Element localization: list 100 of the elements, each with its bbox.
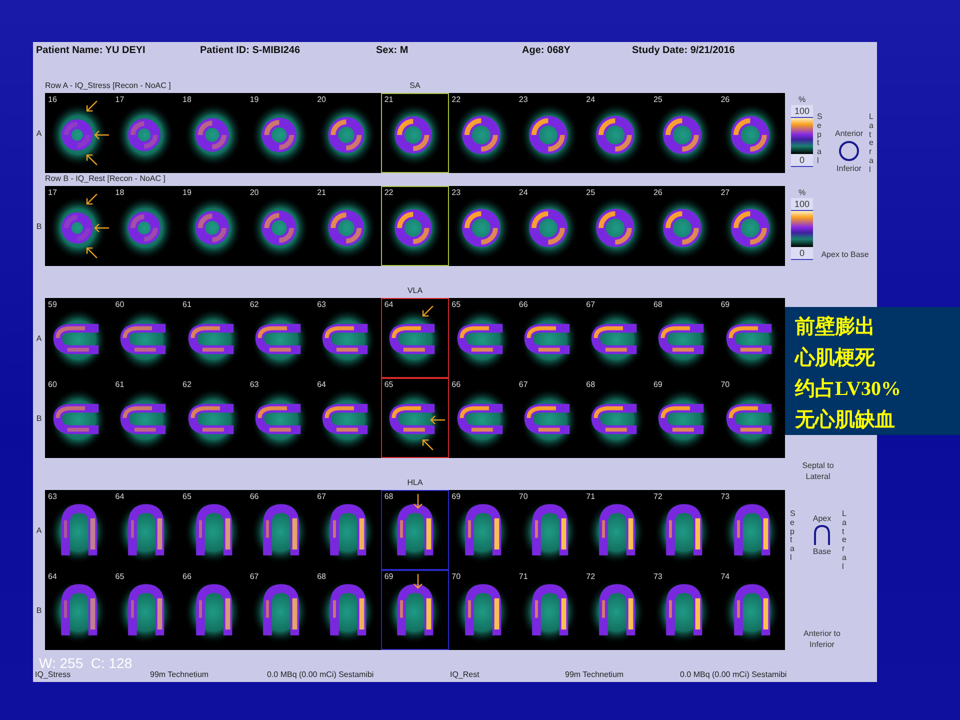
slice-frame[interactable]: 23 [516, 93, 584, 173]
slice-frame[interactable]: 20 [246, 186, 314, 266]
slice-frame[interactable]: 24 [516, 186, 584, 266]
slice-number: 68 [653, 300, 662, 309]
slice-frame[interactable]: 60 [45, 378, 112, 458]
slice-frame[interactable]: 64 [112, 490, 180, 570]
patient-info-field: Patient ID: S-MIBI246 [200, 45, 376, 59]
slice-number: 59 [48, 300, 57, 309]
slice-frame[interactable]: 66 [516, 298, 584, 378]
footer-text: 0.0 MBq (0.00 mCi) Sestamibi [680, 670, 787, 679]
orientation-label: Apex [812, 514, 832, 523]
slice-frame[interactable]: 18 [180, 93, 247, 173]
slice-frame[interactable]: 63 [45, 490, 112, 570]
slice-frame[interactable]: 21 [314, 186, 382, 266]
slice-frame[interactable]: 68 [583, 378, 650, 458]
slice-number: 72 [586, 572, 596, 581]
slice-frame[interactable]: 67 [246, 570, 314, 650]
slice-frame[interactable]: 60 [112, 298, 180, 378]
slice-number: 26 [720, 95, 730, 104]
slice-number: 71 [518, 572, 528, 581]
footer-text: 99m Technetium [565, 670, 625, 679]
slice-frame[interactable]: 63 [314, 298, 382, 378]
slice-frame[interactable]: 73 [650, 570, 718, 650]
slice-frame[interactable]: 16 [45, 93, 112, 173]
slice-frame[interactable]: 24 [583, 93, 650, 173]
slice-frame[interactable]: 69 [718, 298, 785, 378]
slice-frame[interactable]: 61 [180, 298, 247, 378]
slice-number: 61 [115, 380, 124, 389]
slice-frame[interactable]: 74 [718, 570, 785, 650]
slice-frame[interactable]: 19 [246, 93, 314, 173]
row-caption: Row B - IQ_Rest [Recon - NoAC ] [45, 173, 166, 184]
slice-frame[interactable]: 62 [180, 378, 247, 458]
view-title: HLA [407, 478, 423, 487]
slice-frame[interactable]: 61 [112, 378, 180, 458]
slice-number: 20 [317, 95, 326, 104]
slice-frame[interactable]: 63 [246, 378, 314, 458]
slice-frame[interactable]: 68 [314, 570, 382, 650]
slice-number: 70 [452, 572, 461, 581]
slice-frame[interactable]: 69 [381, 570, 449, 650]
slice-frame[interactable]: 64 [45, 570, 112, 650]
slice-frame[interactable]: 23 [448, 186, 516, 266]
slice-frame[interactable]: 22 [381, 186, 449, 266]
slice-number: 23 [518, 95, 528, 104]
slice-frame[interactable]: 20 [314, 93, 382, 173]
slice-number: 21 [317, 188, 326, 197]
slice-frame[interactable]: 72 [650, 490, 718, 570]
slice-frame[interactable]: 68 [650, 298, 718, 378]
slice-frame[interactable]: 66 [448, 378, 516, 458]
slice-frame[interactable]: 26 [718, 93, 785, 173]
slice-number: 65 [384, 380, 394, 389]
slice-frame[interactable]: 73 [718, 490, 785, 570]
slice-frame[interactable]: 26 [650, 186, 718, 266]
slice-frame[interactable]: 21 [381, 93, 449, 173]
slice-frame[interactable]: 25 [650, 93, 718, 173]
slice-frame[interactable]: 27 [718, 186, 785, 266]
slice-frame[interactable]: 72 [583, 570, 650, 650]
slice-frame[interactable]: 25 [583, 186, 650, 266]
slice-frame[interactable]: 66 [180, 570, 247, 650]
slice-frame[interactable]: 18 [112, 186, 180, 266]
slice-number: 25 [586, 188, 596, 197]
view-title: VLA [407, 286, 423, 295]
slice-number: 73 [653, 572, 662, 581]
footer-text: 99m Technetium [150, 670, 210, 679]
orientation-label: Septal [817, 113, 828, 166]
slice-number: 19 [182, 188, 192, 197]
slice-number: 74 [720, 572, 730, 581]
slice-frame[interactable]: 64 [314, 378, 382, 458]
slice-frame[interactable]: 67 [583, 298, 650, 378]
slice-number: 66 [518, 300, 528, 309]
slice-frame[interactable]: 70 [448, 570, 516, 650]
slice-frame[interactable]: 59 [45, 298, 112, 378]
slice-frame[interactable]: 65 [381, 378, 449, 458]
slice-frame[interactable]: 17 [112, 93, 180, 173]
slice-frame[interactable]: 69 [650, 378, 718, 458]
slice-number: 26 [653, 188, 662, 197]
slice-number: 71 [586, 492, 596, 501]
slice-frame[interactable]: 70 [718, 378, 785, 458]
slice-frame[interactable]: 71 [583, 490, 650, 570]
slice-frame[interactable]: 62 [246, 298, 314, 378]
slice-number: 17 [115, 95, 124, 104]
slice-frame[interactable]: 71 [516, 570, 584, 650]
annotation-arrow [84, 245, 100, 261]
slice-frame[interactable]: 19 [180, 186, 247, 266]
slice-frame[interactable]: 70 [516, 490, 584, 570]
slice-frame[interactable]: 68 [381, 490, 449, 570]
scale-max: 100 [791, 198, 813, 211]
slice-number: 64 [48, 572, 57, 581]
slice-frame[interactable]: 64 [381, 298, 449, 378]
slice-frame[interactable]: 65 [448, 298, 516, 378]
axis-direction-label: Apex to Base [820, 249, 870, 260]
slice-frame[interactable]: 69 [448, 490, 516, 570]
ring-icon [838, 140, 860, 162]
slice-frame[interactable]: 17 [45, 186, 112, 266]
slice-frame[interactable]: 22 [448, 93, 516, 173]
slice-frame[interactable]: 65 [180, 490, 247, 570]
slice-frame[interactable]: 65 [112, 570, 180, 650]
slice-frame[interactable]: 66 [246, 490, 314, 570]
scale-max: 100 [791, 105, 813, 118]
slice-frame[interactable]: 67 [516, 378, 584, 458]
slice-frame[interactable]: 67 [314, 490, 382, 570]
